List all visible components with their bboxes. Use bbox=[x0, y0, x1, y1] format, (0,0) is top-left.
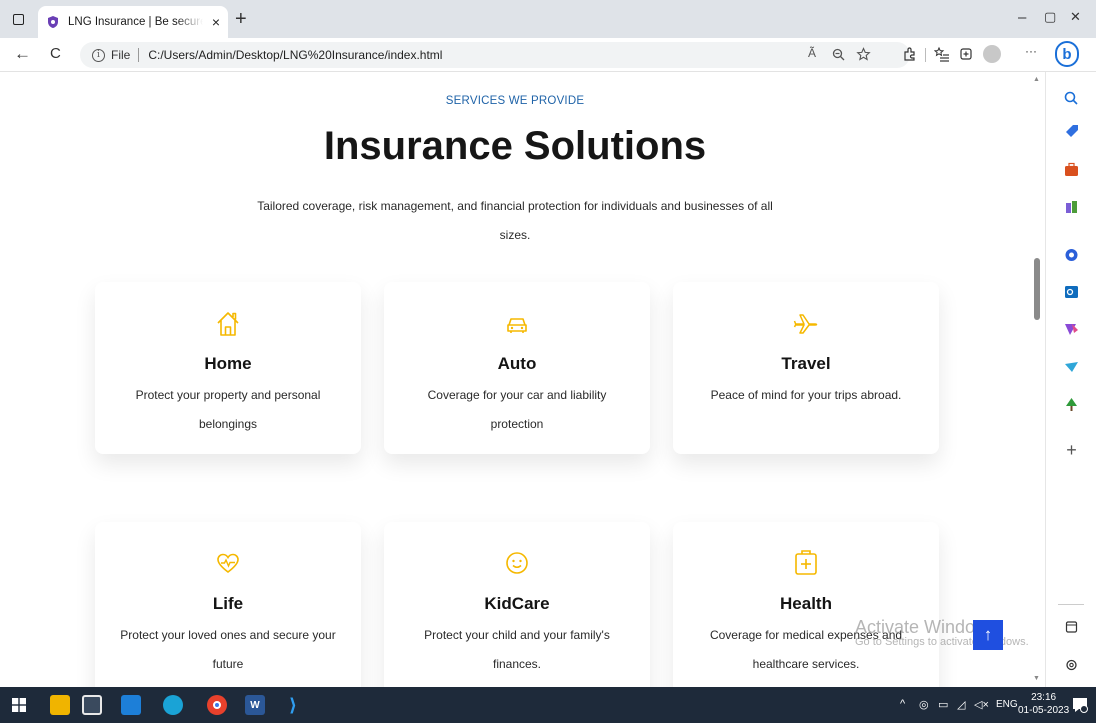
address-toolbar: ← C i File C:/Users/Admin/Desktop/LNG%20… bbox=[0, 38, 1096, 72]
designer-icon[interactable] bbox=[1046, 321, 1096, 337]
tree-icon[interactable] bbox=[1046, 397, 1096, 413]
page-viewport: SERVICES WE PROVIDE Insurance Solutions … bbox=[0, 72, 1030, 687]
drop-icon[interactable] bbox=[1046, 359, 1096, 375]
clock-time: 23:16 bbox=[1031, 692, 1057, 703]
address-bar[interactable]: i File C:/Users/Admin/Desktop/LNG%20Insu… bbox=[80, 42, 910, 68]
office-icon[interactable] bbox=[1046, 247, 1096, 263]
service-card-kidcare[interactable]: KidCare Protect your child and your fami… bbox=[384, 522, 650, 687]
collections-icon[interactable] bbox=[958, 46, 974, 62]
tray-volume-icon[interactable]: ◁× bbox=[974, 698, 989, 711]
mail-icon[interactable] bbox=[121, 695, 141, 715]
tab-actions-button[interactable] bbox=[8, 9, 28, 29]
service-card-home[interactable]: Home Protect your property and personal … bbox=[95, 282, 361, 454]
extensions-icon[interactable] bbox=[902, 46, 918, 62]
activate-windows-title: Activate Windows bbox=[855, 617, 998, 637]
tray-wifi-icon[interactable]: ◿ bbox=[957, 698, 965, 711]
gear-icon[interactable] bbox=[1046, 657, 1096, 673]
restore-button[interactable]: ▢ bbox=[1044, 9, 1056, 25]
windows-taskbar: W ⟩ ^ ◎ ▭ ◿ ◁× ENG 23:16 01-05-2023 bbox=[0, 687, 1096, 723]
section-subtitle: Tailored coverage, risk management, and … bbox=[257, 199, 773, 242]
notification-center-icon[interactable] bbox=[1072, 697, 1088, 713]
airplane-icon bbox=[673, 312, 939, 336]
file-scheme-label: File bbox=[111, 48, 131, 62]
address-url[interactable]: C:/Users/Admin/Desktop/LNG%20Insurance/i… bbox=[148, 48, 442, 62]
medical-case-icon bbox=[673, 548, 939, 576]
activate-windows-watermark: Activate Windows Go to Settings to activ… bbox=[855, 617, 1055, 648]
browser-tab-strip: LNG Insurance | Be secured for fu × + – … bbox=[0, 0, 1096, 38]
card-title: Life bbox=[212, 594, 244, 613]
service-card-auto[interactable]: Auto Coverage for your car and liability… bbox=[384, 282, 650, 454]
card-description: Protect your child and your family's fin… bbox=[424, 628, 610, 671]
back-button[interactable]: ← bbox=[14, 44, 31, 64]
close-window-button[interactable]: ✕ bbox=[1070, 9, 1081, 25]
page-title: Insurance Solutions bbox=[323, 124, 707, 168]
tab-actions-icon bbox=[12, 13, 24, 25]
more-options-button[interactable]: ··· bbox=[1025, 44, 1037, 58]
sidebar-divider bbox=[1058, 604, 1084, 605]
store-icon[interactable] bbox=[82, 695, 102, 715]
activate-windows-subtitle: Go to Settings to activate Windows. bbox=[855, 636, 1029, 648]
zoom-icon[interactable] bbox=[832, 48, 845, 61]
bing-copilot-icon[interactable]: b bbox=[1055, 41, 1079, 67]
service-card-travel[interactable]: Travel Peace of mind for your trips abro… bbox=[673, 282, 939, 454]
card-title: Home bbox=[204, 354, 252, 373]
word-icon[interactable]: W bbox=[245, 695, 265, 715]
service-card-life[interactable]: Life Protect your loved ones and secure … bbox=[95, 522, 361, 687]
read-aloud-icon[interactable]: Ã bbox=[808, 46, 816, 60]
service-card-health[interactable]: Health Coverage for medical expenses and… bbox=[673, 522, 939, 687]
new-tab-button[interactable]: + bbox=[235, 8, 247, 31]
refresh-button[interactable]: C bbox=[50, 45, 61, 62]
card-title: KidCare bbox=[484, 594, 550, 613]
favorites-list-icon[interactable] bbox=[934, 46, 950, 62]
scrollbar-thumb[interactable] bbox=[1034, 258, 1040, 320]
car-icon bbox=[384, 312, 650, 336]
games-icon[interactable] bbox=[1046, 199, 1096, 215]
card-description: Protect your loved ones and secure your … bbox=[120, 628, 336, 671]
clock-date: 01-05-2023 bbox=[1018, 705, 1070, 716]
card-title: Auto bbox=[497, 354, 537, 373]
favorite-star-icon[interactable] bbox=[856, 47, 871, 62]
minimize-button[interactable]: – bbox=[1018, 9, 1026, 26]
scroll-up-arrow-icon[interactable]: ▲ bbox=[1033, 76, 1040, 83]
tray-chevron-icon[interactable]: ^ bbox=[900, 698, 905, 710]
tools-briefcase-icon[interactable] bbox=[1046, 162, 1096, 178]
card-title: Travel bbox=[781, 354, 831, 373]
tray-language[interactable]: ENG bbox=[996, 699, 1018, 710]
profile-avatar[interactable] bbox=[983, 45, 1001, 63]
card-description: Protect your property and personal belon… bbox=[135, 388, 321, 431]
shield-favicon-icon bbox=[48, 16, 58, 28]
search-icon[interactable] bbox=[1046, 90, 1096, 106]
house-icon bbox=[95, 310, 361, 338]
heart-pulse-icon bbox=[95, 552, 361, 574]
card-description: Peace of mind for your trips abroad. bbox=[710, 388, 902, 402]
info-icon[interactable]: i bbox=[92, 48, 105, 62]
edge-sidebar: + bbox=[1045, 72, 1096, 687]
tray-network-icon[interactable]: ▭ bbox=[938, 698, 948, 711]
card-title: Health bbox=[780, 594, 832, 613]
card-description: Coverage for your car and liability prot… bbox=[427, 388, 607, 431]
shopping-tag-icon[interactable] bbox=[1046, 124, 1096, 140]
tab-title: LNG Insurance | Be secured for fu bbox=[68, 16, 203, 28]
chrome-icon[interactable] bbox=[207, 695, 227, 715]
address-divider bbox=[138, 48, 140, 62]
outlook-icon[interactable] bbox=[1046, 284, 1096, 300]
scroll-to-top-button[interactable]: ↑ bbox=[973, 620, 1003, 650]
vscode-icon[interactable]: ⟩ bbox=[283, 695, 303, 715]
add-sidebar-app-icon[interactable]: + bbox=[1046, 440, 1096, 461]
browser-tab[interactable]: LNG Insurance | Be secured for fu × bbox=[38, 6, 228, 38]
scroll-down-arrow-icon[interactable]: ▼ bbox=[1033, 675, 1040, 682]
tab-close-icon[interactable]: × bbox=[212, 14, 220, 30]
section-eyebrow: SERVICES WE PROVIDE bbox=[445, 95, 585, 107]
taskbar-clock[interactable]: 23:16 01-05-2023 bbox=[1018, 691, 1069, 717]
toolbar-divider bbox=[925, 48, 926, 62]
edge-browser-icon[interactable] bbox=[163, 695, 183, 715]
file-explorer-icon[interactable] bbox=[50, 695, 70, 715]
smiley-icon bbox=[384, 551, 650, 575]
tray-meet-icon[interactable]: ◎ bbox=[919, 698, 929, 711]
page-scrollbar[interactable] bbox=[1030, 72, 1045, 687]
windows-start-icon[interactable] bbox=[12, 698, 26, 712]
